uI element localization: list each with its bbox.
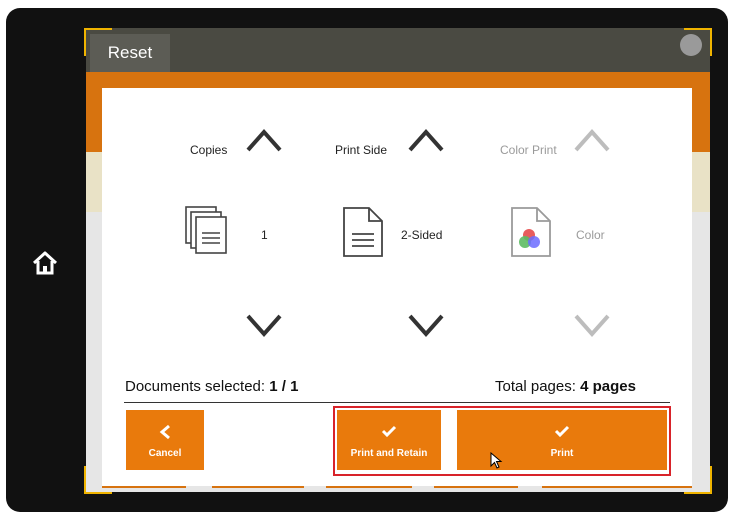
chevron-left-icon bbox=[159, 424, 170, 440]
cancel-button[interactable]: Cancel bbox=[126, 410, 204, 470]
copies-value: 1 bbox=[261, 228, 268, 242]
copies-label: Copies bbox=[190, 143, 228, 157]
mouse-pointer-icon bbox=[490, 452, 503, 469]
frame-corner bbox=[84, 28, 112, 56]
copies-increase-arrow[interactable] bbox=[244, 124, 284, 156]
color-document-icon bbox=[511, 207, 551, 257]
documents-selected-label: Documents selected: bbox=[125, 378, 270, 395]
document-icon bbox=[343, 207, 383, 257]
summary-divider bbox=[124, 402, 670, 403]
print-side-value: 2-Sided bbox=[401, 228, 443, 242]
copies-icon bbox=[185, 206, 227, 254]
copies-decrease-arrow[interactable] bbox=[244, 310, 284, 342]
top-bar: Reset bbox=[86, 28, 710, 72]
documents-selected-value: 1 / 1 bbox=[269, 378, 299, 395]
documents-selected: Documents selected: 1 / 1 bbox=[125, 378, 298, 395]
total-pages-label: Total pages: bbox=[495, 378, 581, 395]
print-side-decrease-arrow[interactable] bbox=[406, 310, 446, 342]
print-side-label: Print Side bbox=[335, 143, 388, 157]
print-side-increase-arrow[interactable] bbox=[406, 124, 446, 156]
color-print-increase-arrow bbox=[574, 128, 610, 152]
total-pages-value: 4 pages bbox=[580, 378, 636, 395]
color-print-label: Color Print bbox=[500, 143, 557, 157]
color-print-decrease-arrow bbox=[574, 314, 610, 338]
home-icon[interactable] bbox=[30, 248, 60, 278]
color-print-value: Color bbox=[576, 228, 605, 242]
total-pages: Total pages: 4 pages bbox=[495, 378, 636, 395]
cancel-button-label: Cancel bbox=[148, 448, 182, 459]
frame-corner bbox=[684, 28, 712, 56]
